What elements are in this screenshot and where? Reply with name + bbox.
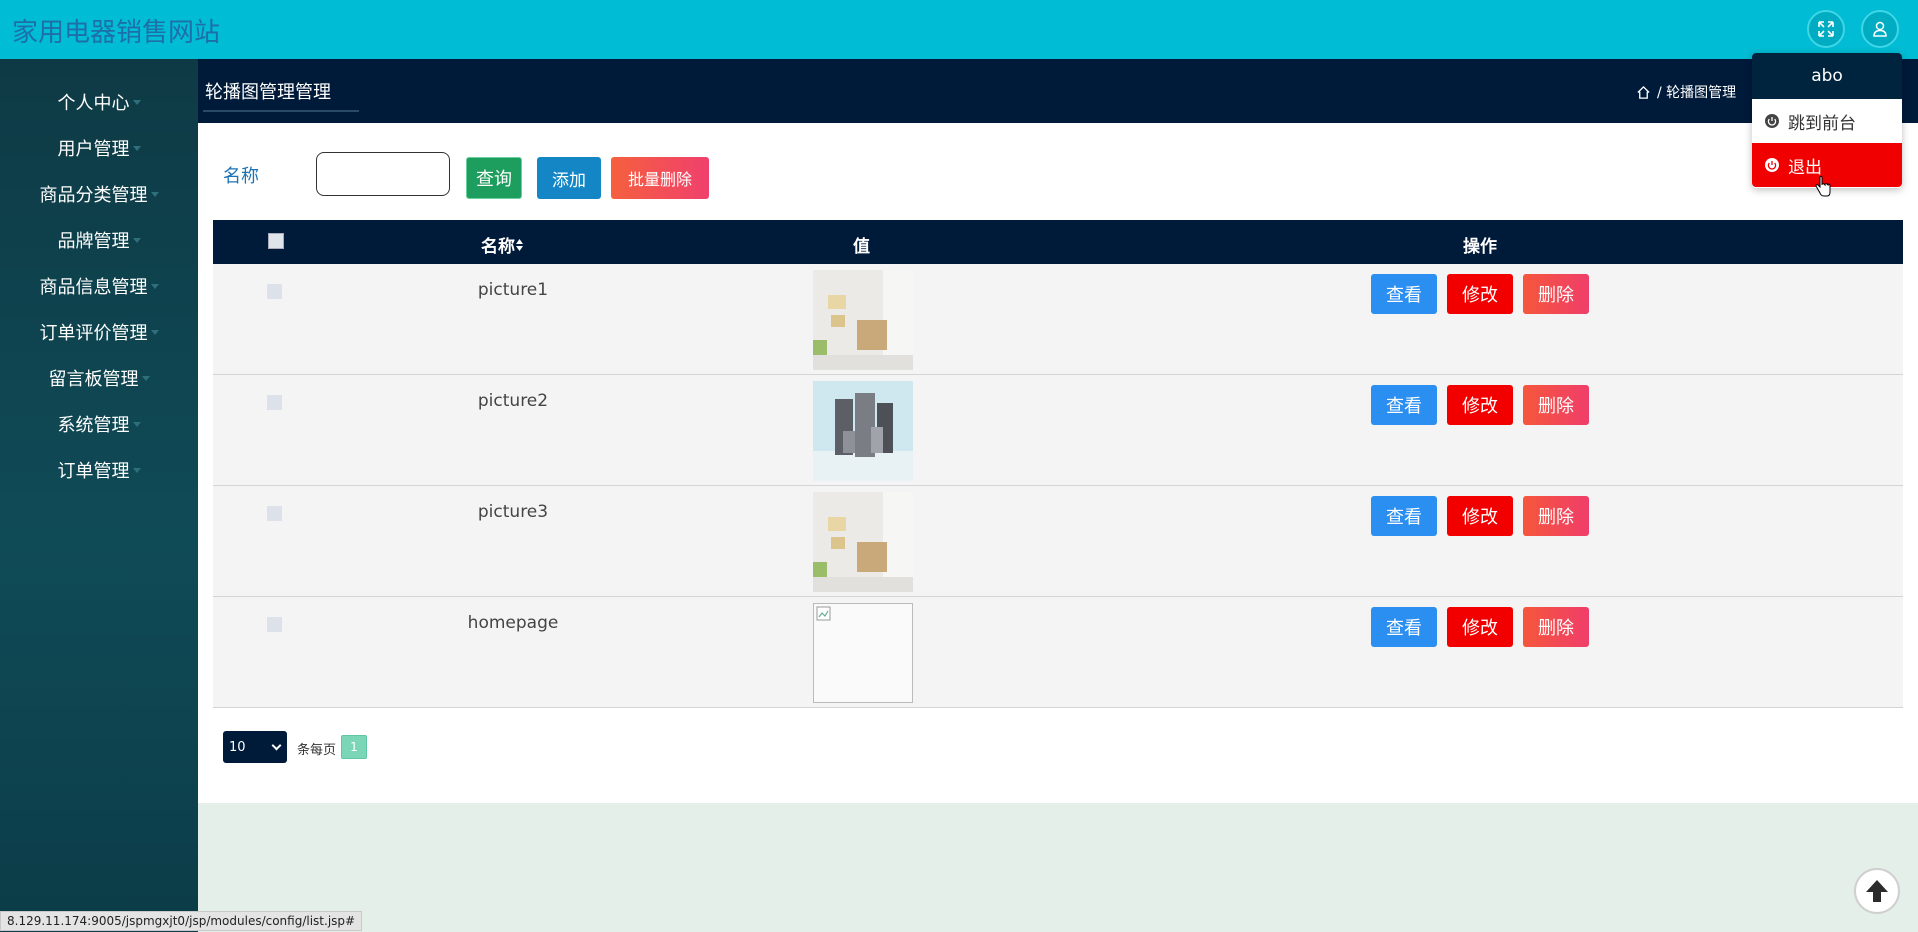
- select-all-checkbox[interactable]: [268, 233, 284, 249]
- sidebar-item-products[interactable]: 商品信息管理: [0, 263, 198, 309]
- row-name: picture3: [477, 502, 549, 522]
- dropdown-username: abo: [1752, 53, 1902, 99]
- status-bar-url: 8.129.11.174:9005/jspmgxjt0/jsp/modules/…: [0, 911, 363, 931]
- home-icon[interactable]: [1636, 85, 1651, 100]
- caret-down-icon: [132, 421, 141, 427]
- breadcrumb: / 轮播图管理: [1636, 82, 1736, 102]
- sidebar-item-label: 品牌管理: [57, 231, 130, 252]
- user-dropdown: abo 跳到前台 退出: [1752, 53, 1902, 188]
- goto-frontend-label: 跳到前台: [1788, 113, 1856, 134]
- caret-down-icon: [132, 99, 141, 105]
- goto-frontend-item[interactable]: 跳到前台: [1752, 99, 1902, 143]
- logout-label: 退出: [1788, 157, 1822, 178]
- view-button[interactable]: 查看: [1371, 385, 1437, 425]
- column-header-name-label: 名称: [481, 237, 515, 257]
- batch-delete-button[interactable]: 批量删除: [611, 157, 709, 199]
- power-icon: [1765, 158, 1779, 172]
- sidebar-item-label: 系统管理: [57, 415, 130, 436]
- page-size-select[interactable]: 10: [223, 731, 287, 763]
- sidebar-item-categories[interactable]: 商品分类管理: [0, 171, 198, 217]
- row-checkbox[interactable]: [267, 284, 282, 299]
- delete-button[interactable]: 删除: [1523, 274, 1589, 314]
- sidebar-item-personal-center[interactable]: 个人中心: [0, 79, 198, 125]
- query-button[interactable]: 查询: [466, 157, 522, 199]
- row-name: picture2: [477, 391, 549, 411]
- row-checkbox[interactable]: [267, 506, 282, 521]
- table-row: picture3 查看 修改 删除: [213, 486, 1903, 597]
- column-header-actions: 操作: [1463, 237, 1497, 257]
- expand-icon: [1818, 21, 1834, 37]
- caret-down-icon: [132, 237, 141, 243]
- sidebar-item-brands[interactable]: 品牌管理: [0, 217, 198, 263]
- column-header-value: 值: [853, 237, 870, 257]
- fullscreen-button[interactable]: [1807, 10, 1845, 48]
- arrow-up-icon: [1866, 880, 1888, 902]
- table-row: homepage 查看 修改 删除: [213, 597, 1903, 708]
- delete-button[interactable]: 删除: [1523, 496, 1589, 536]
- caret-down-icon: [150, 283, 159, 289]
- sidebar-item-messages[interactable]: 留言板管理: [0, 355, 198, 401]
- power-icon: [1765, 114, 1779, 128]
- page-size-label: 条每页: [297, 743, 337, 758]
- tab-underline: [203, 110, 359, 112]
- search-name-input[interactable]: [316, 152, 450, 196]
- edit-button[interactable]: 修改: [1447, 607, 1513, 647]
- edit-button[interactable]: 修改: [1447, 385, 1513, 425]
- site-title: 家用电器销售网站: [12, 18, 221, 48]
- sidebar-item-orders[interactable]: 订单管理: [0, 447, 198, 493]
- sidebar-item-label: 留言板管理: [48, 369, 139, 390]
- caret-down-icon: [150, 329, 159, 335]
- row-name: picture1: [477, 280, 549, 300]
- room-image: [813, 270, 913, 370]
- caret-down-icon: [132, 145, 141, 151]
- page-number-button[interactable]: 1: [341, 735, 367, 759]
- user-menu-button[interactable]: [1861, 10, 1899, 48]
- add-button[interactable]: 添加: [537, 157, 601, 199]
- edit-button[interactable]: 修改: [1447, 274, 1513, 314]
- table-header: 名称 值 操作: [213, 220, 1903, 264]
- user-icon: [1873, 21, 1887, 37]
- hand-cursor-icon: [1815, 176, 1831, 197]
- caret-down-icon: [132, 467, 141, 473]
- top-bar: [0, 0, 1918, 59]
- table-row: picture2 查看 修改 删除: [213, 375, 1903, 486]
- broken-image-icon: [816, 606, 831, 621]
- table-row: picture1 查看 修改 删除: [213, 264, 1903, 375]
- appliances-image: [813, 381, 913, 481]
- chevron-down-icon: [271, 740, 282, 751]
- caret-down-icon: [141, 375, 150, 381]
- column-header-name[interactable]: 名称: [481, 232, 524, 257]
- sidebar-item-label: 商品分类管理: [39, 185, 148, 206]
- view-button[interactable]: 查看: [1371, 607, 1437, 647]
- room-image: [813, 492, 913, 592]
- caret-down-icon: [150, 191, 159, 197]
- view-button[interactable]: 查看: [1371, 496, 1437, 536]
- sidebar: 个人中心 用户管理 商品分类管理 品牌管理 商品信息管理 订单评价管理 留言板管…: [0, 59, 198, 932]
- row-checkbox[interactable]: [267, 617, 282, 632]
- sidebar-item-reviews[interactable]: 订单评价管理: [0, 309, 198, 355]
- broken-image: [813, 603, 913, 703]
- sidebar-item-label: 个人中心: [57, 93, 130, 114]
- back-to-top-button[interactable]: [1854, 868, 1900, 914]
- edit-button[interactable]: 修改: [1447, 496, 1513, 536]
- delete-button[interactable]: 删除: [1523, 385, 1589, 425]
- delete-button[interactable]: 删除: [1523, 607, 1589, 647]
- sidebar-item-label: 用户管理: [57, 139, 130, 160]
- breadcrumb-text: / 轮播图管理: [1657, 85, 1737, 101]
- search-name-label: 名称: [223, 166, 259, 187]
- row-checkbox[interactable]: [267, 395, 282, 410]
- sidebar-item-label: 订单评价管理: [39, 323, 148, 344]
- view-button[interactable]: 查看: [1371, 274, 1437, 314]
- sidebar-item-label: 商品信息管理: [39, 277, 148, 298]
- row-name: homepage: [467, 613, 559, 633]
- sort-icon[interactable]: [515, 238, 524, 252]
- page-size-value: 10: [229, 739, 246, 755]
- sidebar-item-system[interactable]: 系统管理: [0, 401, 198, 447]
- page-tab-title[interactable]: 轮播图管理管理: [205, 78, 331, 104]
- sidebar-item-label: 订单管理: [57, 461, 130, 482]
- sidebar-item-users[interactable]: 用户管理: [0, 125, 198, 171]
